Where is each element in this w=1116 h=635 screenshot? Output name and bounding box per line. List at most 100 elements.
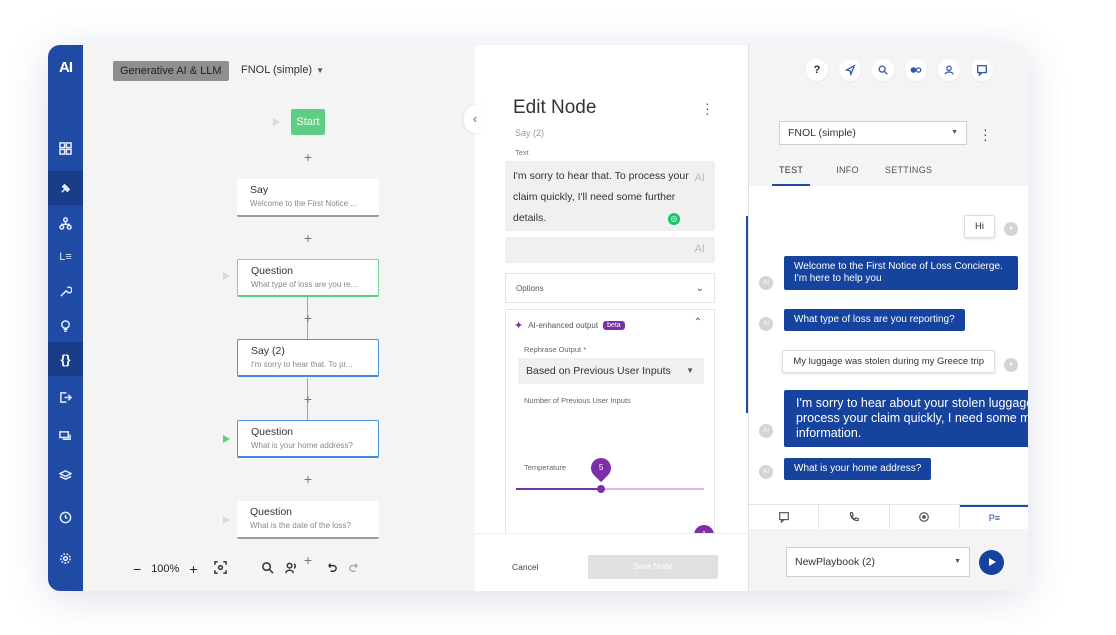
- node-title: Say (2): [251, 345, 285, 357]
- node-title: Question: [251, 265, 294, 277]
- more-options-icon[interactable]: · · ·: [983, 122, 988, 146]
- node-title: Question: [251, 426, 294, 438]
- braces-icon[interactable]: {}: [48, 342, 83, 376]
- left-nav-rail: AI L≡ {}: [48, 45, 83, 591]
- add-node-button[interactable]: +: [302, 230, 314, 246]
- compass-icon[interactable]: [839, 59, 861, 81]
- add-node-button[interactable]: +: [302, 149, 314, 165]
- flow-node-question-loss-type[interactable]: Question What type of loss are you re...: [237, 259, 379, 297]
- gear-icon[interactable]: [48, 541, 83, 575]
- node-name: Say (2): [515, 128, 545, 138]
- rephrase-label: Rephrase Output *: [524, 345, 587, 354]
- exit-icon[interactable]: [48, 380, 83, 414]
- app-window: AI L≡ {} Generative AI & LLM FNOL (simpl…: [48, 45, 1028, 591]
- add-node-button[interactable]: +: [302, 391, 314, 407]
- flow-node-say-2[interactable]: Say (2) I'm sorry to hear that. To pr...: [237, 339, 379, 377]
- search-icon[interactable]: [261, 561, 274, 577]
- playbook-mode-tab[interactable]: P≡: [959, 505, 1028, 529]
- cancel-button[interactable]: Cancel: [512, 562, 538, 572]
- flow-node-say[interactable]: Say Welcome to the First Notice ...: [237, 179, 379, 217]
- play-icon[interactable]: [223, 435, 230, 443]
- network-icon[interactable]: [48, 206, 83, 240]
- chat-transcript[interactable]: Hi ● AI Welcome to the First Notice of L…: [746, 186, 1028, 504]
- channel-mode-bar: P≡: [749, 504, 1028, 529]
- message-icon[interactable]: [971, 59, 993, 81]
- toggle-icon[interactable]: [905, 59, 927, 81]
- category-chip[interactable]: Generative AI & LLM: [113, 61, 229, 81]
- node-subtitle: What is the date of the loss?: [250, 521, 351, 530]
- tab-info[interactable]: INFO: [836, 165, 859, 186]
- play-icon[interactable]: [223, 516, 230, 524]
- more-options-icon[interactable]: · · ·: [705, 96, 710, 120]
- wrench-icon[interactable]: [48, 274, 83, 308]
- node-subtitle: What type of loss are you re...: [251, 280, 358, 289]
- chevron-up-icon[interactable]: ⌃: [694, 317, 702, 328]
- voice-user-icon[interactable]: [284, 561, 297, 577]
- user-message: Hi: [964, 215, 995, 238]
- edit-footer: Cancel Save Node: [475, 533, 748, 591]
- flow-selector[interactable]: FNOL (simple) ▼: [241, 64, 324, 76]
- prev-inputs-slider[interactable]: 5: [516, 453, 704, 493]
- run-playbook-select[interactable]: NewPlaybook (2) ▼: [786, 547, 970, 577]
- ai-section-header[interactable]: ✦ AI-enhanced output beta: [514, 319, 625, 332]
- app-logo[interactable]: AI: [48, 59, 83, 76]
- play-icon[interactable]: [223, 272, 230, 280]
- bulb-icon[interactable]: [48, 308, 83, 342]
- undo-icon[interactable]: [325, 561, 338, 577]
- flow-node-question-address[interactable]: Question What is your home address?: [237, 420, 379, 458]
- playbook-select[interactable]: FNOL (simple) ▼: [779, 121, 967, 145]
- playbook-value: FNOL (simple): [788, 127, 856, 139]
- options-label: Options: [516, 284, 544, 293]
- text-label: Text: [515, 148, 529, 157]
- chat-icon[interactable]: [48, 419, 83, 453]
- list-icon[interactable]: L≡: [48, 240, 83, 274]
- options-accordion[interactable]: Options ⌄: [505, 273, 715, 303]
- ai-icon[interactable]: AI: [695, 168, 705, 189]
- run-button[interactable]: [979, 550, 1004, 575]
- play-icon[interactable]: [273, 118, 280, 126]
- search-icon[interactable]: [872, 59, 894, 81]
- tab-test[interactable]: TEST: [772, 165, 811, 186]
- zoom-toolbar: − 100% +: [133, 561, 361, 577]
- grid-icon[interactable]: [48, 131, 83, 165]
- chevron-down-icon: ⌄: [695, 283, 704, 294]
- run-playbook-row: NewPlaybook (2) ▼: [749, 529, 1028, 591]
- phone-icon[interactable]: [819, 505, 890, 529]
- redo-icon[interactable]: [348, 561, 361, 577]
- chat-mode-icon[interactable]: [749, 505, 820, 529]
- zoom-level: 100%: [151, 563, 180, 575]
- panel-title: Edit Node: [513, 97, 597, 118]
- flow-canvas[interactable]: Generative AI & LLM FNOL (simple) ▼ Start…: [83, 45, 475, 591]
- chevron-down-icon: ▼: [951, 129, 958, 136]
- bot-message: Welcome to the First Notice of Loss Conc…: [784, 256, 1018, 290]
- zoom-out-button[interactable]: −: [133, 561, 141, 577]
- edit-node-panel: Edit Node · · · Say (2) Text I'm sorry to …: [475, 45, 748, 591]
- zoom-in-button[interactable]: +: [189, 561, 197, 577]
- secondary-text-input[interactable]: AI: [505, 237, 715, 263]
- flow-node-question-date[interactable]: Question What is the date of the loss?: [237, 501, 379, 539]
- add-node-button[interactable]: +: [302, 310, 314, 326]
- slider-thumb[interactable]: [596, 485, 605, 493]
- fit-screen-icon[interactable]: [213, 561, 227, 577]
- start-node[interactable]: Start: [291, 109, 325, 135]
- ai-enhanced-output-section: ✦ AI-enhanced output beta ⌃ Rephrase Out…: [505, 309, 719, 560]
- slider-value-bubble: 5: [586, 453, 615, 483]
- add-node-button[interactable]: +: [302, 471, 314, 487]
- help-icon[interactable]: ?: [806, 59, 828, 81]
- clock-icon[interactable]: [48, 500, 83, 534]
- ai-icon[interactable]: AI: [695, 243, 705, 255]
- save-node-button[interactable]: Save Node: [588, 555, 718, 579]
- beta-badge: beta: [603, 321, 625, 330]
- tab-settings[interactable]: SETTINGS: [885, 165, 932, 186]
- sparkle-icon: ✦: [514, 320, 524, 332]
- layers-icon[interactable]: [48, 458, 83, 492]
- run-playbook-value: NewPlaybook (2): [795, 556, 875, 568]
- node-subtitle: Welcome to the First Notice ...: [250, 199, 357, 208]
- user-icon[interactable]: [938, 59, 960, 81]
- rephrase-select[interactable]: Based on Previous User Inputs ▼: [518, 358, 704, 384]
- pin-icon[interactable]: [48, 171, 83, 205]
- record-icon[interactable]: [890, 505, 960, 529]
- grammar-check-icon[interactable]: ◎: [668, 213, 680, 225]
- collapse-panel-button[interactable]: ‹: [464, 105, 486, 133]
- node-text-input[interactable]: I'm sorry to hear that. To process your …: [505, 161, 715, 231]
